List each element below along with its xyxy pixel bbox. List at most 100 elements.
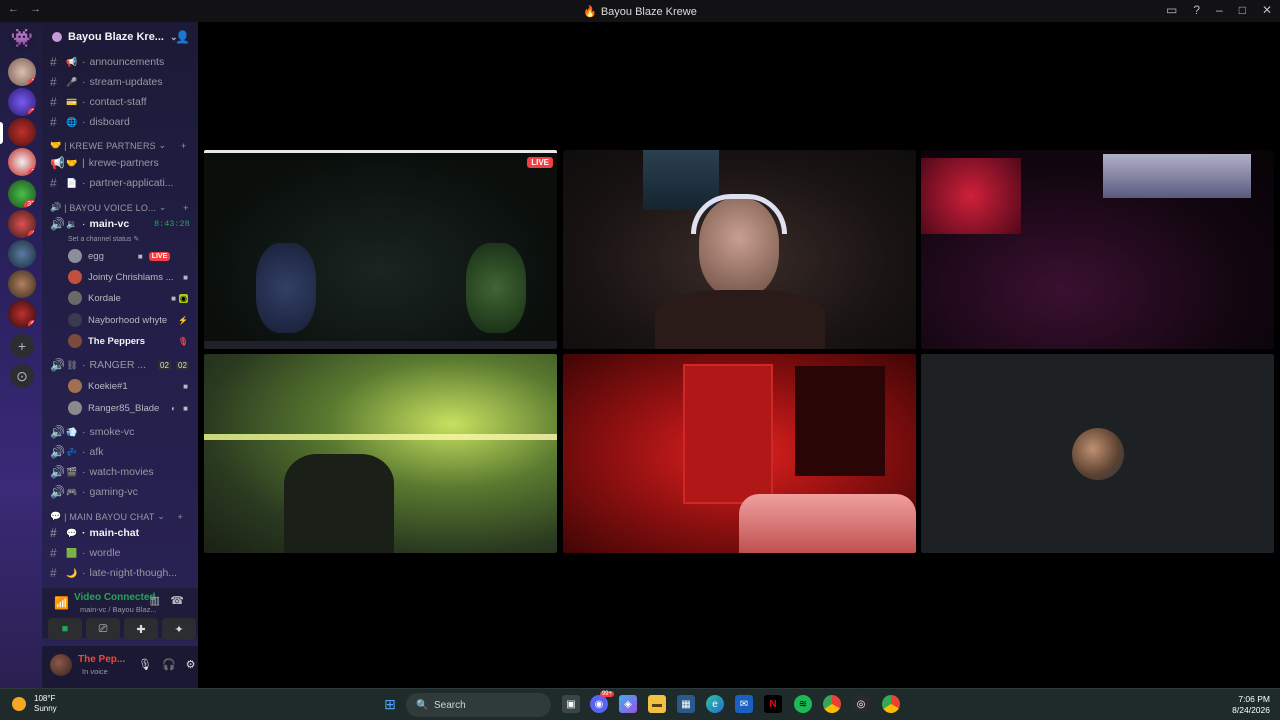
folder-icon[interactable]: ▬: [648, 695, 666, 713]
activities-button[interactable]: ✚: [124, 618, 158, 640]
stream-icon: ◐: [171, 403, 176, 413]
server-icon[interactable]: [8, 240, 36, 268]
channel-partner-applications[interactable]: # 📄 · partner-applicati...: [50, 174, 174, 192]
category-bayou-voice[interactable]: 🔊 | BAYOU VOICE LO... ⌄ +: [50, 202, 188, 213]
windows-start-icon[interactable]: ⊞: [381, 695, 399, 713]
category-krewe-partners[interactable]: 🤝 | KREWE PARTNERS ⌄ +: [50, 140, 186, 151]
voice-channel-ranger[interactable]: 🔊 ⛓ · RANGER ... 02 02: [50, 356, 189, 374]
server-icon[interactable]: 4: [8, 210, 36, 238]
mail-icon[interactable]: ✉: [735, 695, 753, 713]
close-button[interactable]: ✕: [1262, 3, 1272, 17]
headphones-icon[interactable]: 🎧: [162, 658, 176, 671]
user-status: In voice: [82, 667, 108, 676]
voice-user-egg[interactable]: egg ■ LIVE: [68, 246, 192, 266]
microphone-icon[interactable]: 🎙: [138, 658, 152, 671]
speaker-icon: 🔊: [50, 202, 62, 212]
voice-channel-watch-movies[interactable]: 🔊 🎬 · watch-movies: [50, 463, 154, 481]
led-strip: [204, 434, 557, 440]
github-icon[interactable]: ◎: [852, 695, 870, 713]
speaker-icon: 🔊: [50, 425, 65, 439]
user-name[interactable]: The Pep...: [78, 654, 125, 665]
user-panel: The Pep... In voice 🎙 🎧 ⚙: [42, 646, 198, 688]
spotify-icon[interactable]: ≋: [794, 695, 812, 713]
channel-stream-updates[interactable]: # 🎤 · stream-updates: [50, 73, 162, 91]
add-channel-icon[interactable]: +: [183, 203, 188, 213]
video-tile-red-room[interactable]: [563, 354, 916, 553]
add-channel-icon[interactable]: +: [178, 512, 183, 522]
channel-wordle[interactable]: # 🟩 · wordle: [50, 544, 120, 562]
voice-timer: 8:43:28: [154, 219, 190, 229]
channel-disboard[interactable]: # 🌐 · disboard: [50, 113, 130, 131]
camera-icon: ■: [137, 251, 143, 261]
voice-user-ranger85[interactable]: Ranger85_Blade ◐ ■: [68, 398, 192, 418]
avatar[interactable]: [50, 654, 72, 676]
avatar: [1072, 428, 1124, 480]
monitor-screen: [1103, 154, 1251, 198]
add-channel-icon[interactable]: +: [181, 141, 186, 151]
invite-icon[interactable]: 👤: [175, 30, 190, 44]
channel-contact-staff[interactable]: # 💳 · contact-staff: [50, 93, 147, 111]
server-icon[interactable]: [8, 270, 36, 298]
video-tile-webcam[interactable]: [563, 150, 916, 349]
hash-icon: #: [50, 95, 57, 109]
channel-late-night-thoughts[interactable]: # 🌙 · late-night-though...: [50, 564, 177, 582]
add-server-icon[interactable]: +: [10, 334, 34, 358]
speaker-icon: 🔊: [50, 465, 65, 479]
video-tile-dark-room[interactable]: [921, 150, 1274, 349]
sun-icon: [12, 697, 26, 711]
minimize-button[interactable]: –: [1216, 3, 1223, 17]
maximize-button[interactable]: □: [1239, 3, 1246, 17]
task-view-icon[interactable]: ▣: [562, 695, 580, 713]
server-icon[interactable]: 2: [8, 88, 36, 116]
voice-channel-afk[interactable]: 🔊 💤 · afk: [50, 443, 104, 461]
voice-user-koekie[interactable]: Koekie#1 ■: [68, 376, 192, 396]
chrome-icon[interactable]: [823, 695, 841, 713]
screen-share-button[interactable]: ⎚: [86, 618, 120, 640]
server-header[interactable]: Bayou Blaze Kre... ⌄ 👤: [42, 22, 198, 52]
video-tile-green-room[interactable]: [204, 354, 557, 553]
discord-icon[interactable]: ◉ 99+: [590, 691, 614, 713]
help-icon[interactable]: ?: [1193, 3, 1200, 17]
category-main-bayou-chat[interactable]: 💬 | MAIN BAYOU CHAT ⌄ +: [50, 511, 183, 522]
weather-widget[interactable]: 108°F Sunny: [12, 694, 57, 714]
server-icon[interactable]: 2: [8, 148, 36, 176]
voice-user-the-peppers[interactable]: The Peppers 🎙: [68, 331, 192, 351]
discover-icon[interactable]: ⊙: [10, 364, 34, 388]
copilot-icon[interactable]: ◈: [619, 695, 637, 713]
inbox-icon[interactable]: ▭: [1166, 3, 1177, 17]
discord-home-icon[interactable]: 👾: [8, 24, 36, 52]
voice-user-kordale[interactable]: Kordale ■ ◉: [68, 288, 192, 308]
door: [683, 364, 773, 504]
video-tile-avatar-only[interactable]: [921, 354, 1274, 553]
system-clock[interactable]: 7:06 PM 8/24/2026: [1232, 694, 1270, 716]
taskbar-search[interactable]: 🔍 Search: [406, 693, 551, 717]
voice-channel-smoke-vc[interactable]: 🔊 💨 · smoke-vc: [50, 423, 134, 441]
server-icon[interactable]: 1: [8, 58, 36, 86]
channel-main-chat[interactable]: # 💬 · main-chat: [50, 524, 139, 542]
camera-button[interactable]: ■: [48, 618, 82, 640]
chrome-profile-icon[interactable]: [882, 695, 900, 713]
channel-announcements[interactable]: # 📢 · announcements: [50, 53, 164, 71]
gear-icon[interactable]: ⚙: [186, 658, 196, 671]
edge-icon[interactable]: e: [706, 695, 724, 713]
disconnect-icon[interactable]: ☎: [170, 594, 184, 607]
voice-user-nayborhood[interactable]: Nayborhood whyte ⚡: [68, 310, 192, 330]
store-icon[interactable]: ▦: [677, 695, 695, 713]
camera-icon: ■: [183, 381, 188, 391]
stream-tile-game[interactable]: LIVE: [204, 150, 557, 349]
voice-status-subtitle[interactable]: main-vc / Bayou Blaz...: [80, 605, 157, 614]
soundboard-button[interactable]: ✦: [162, 618, 196, 640]
channel-krewe-partners[interactable]: 📢 🤝 | krewe-partners: [50, 154, 159, 172]
selected-server-pill: [0, 122, 3, 144]
voice-channel-gaming-vc[interactable]: 🔊 🎮 · gaming-vc: [50, 483, 138, 501]
server-icon-bayou[interactable]: [8, 118, 36, 146]
announce-icon: 📢: [50, 156, 65, 170]
netflix-icon[interactable]: N: [764, 695, 782, 713]
noise-suppression-icon[interactable]: ▥: [150, 594, 160, 607]
signal-icon: 📶: [54, 596, 69, 610]
server-icon[interactable]: 6: [8, 300, 36, 328]
server-icon[interactable]: 33: [8, 180, 36, 208]
voice-user-jointy[interactable]: Jointy Chrishlams ... ■: [68, 267, 192, 287]
voice-status-title[interactable]: Video Connected: [74, 592, 156, 603]
avatar: [68, 270, 82, 284]
